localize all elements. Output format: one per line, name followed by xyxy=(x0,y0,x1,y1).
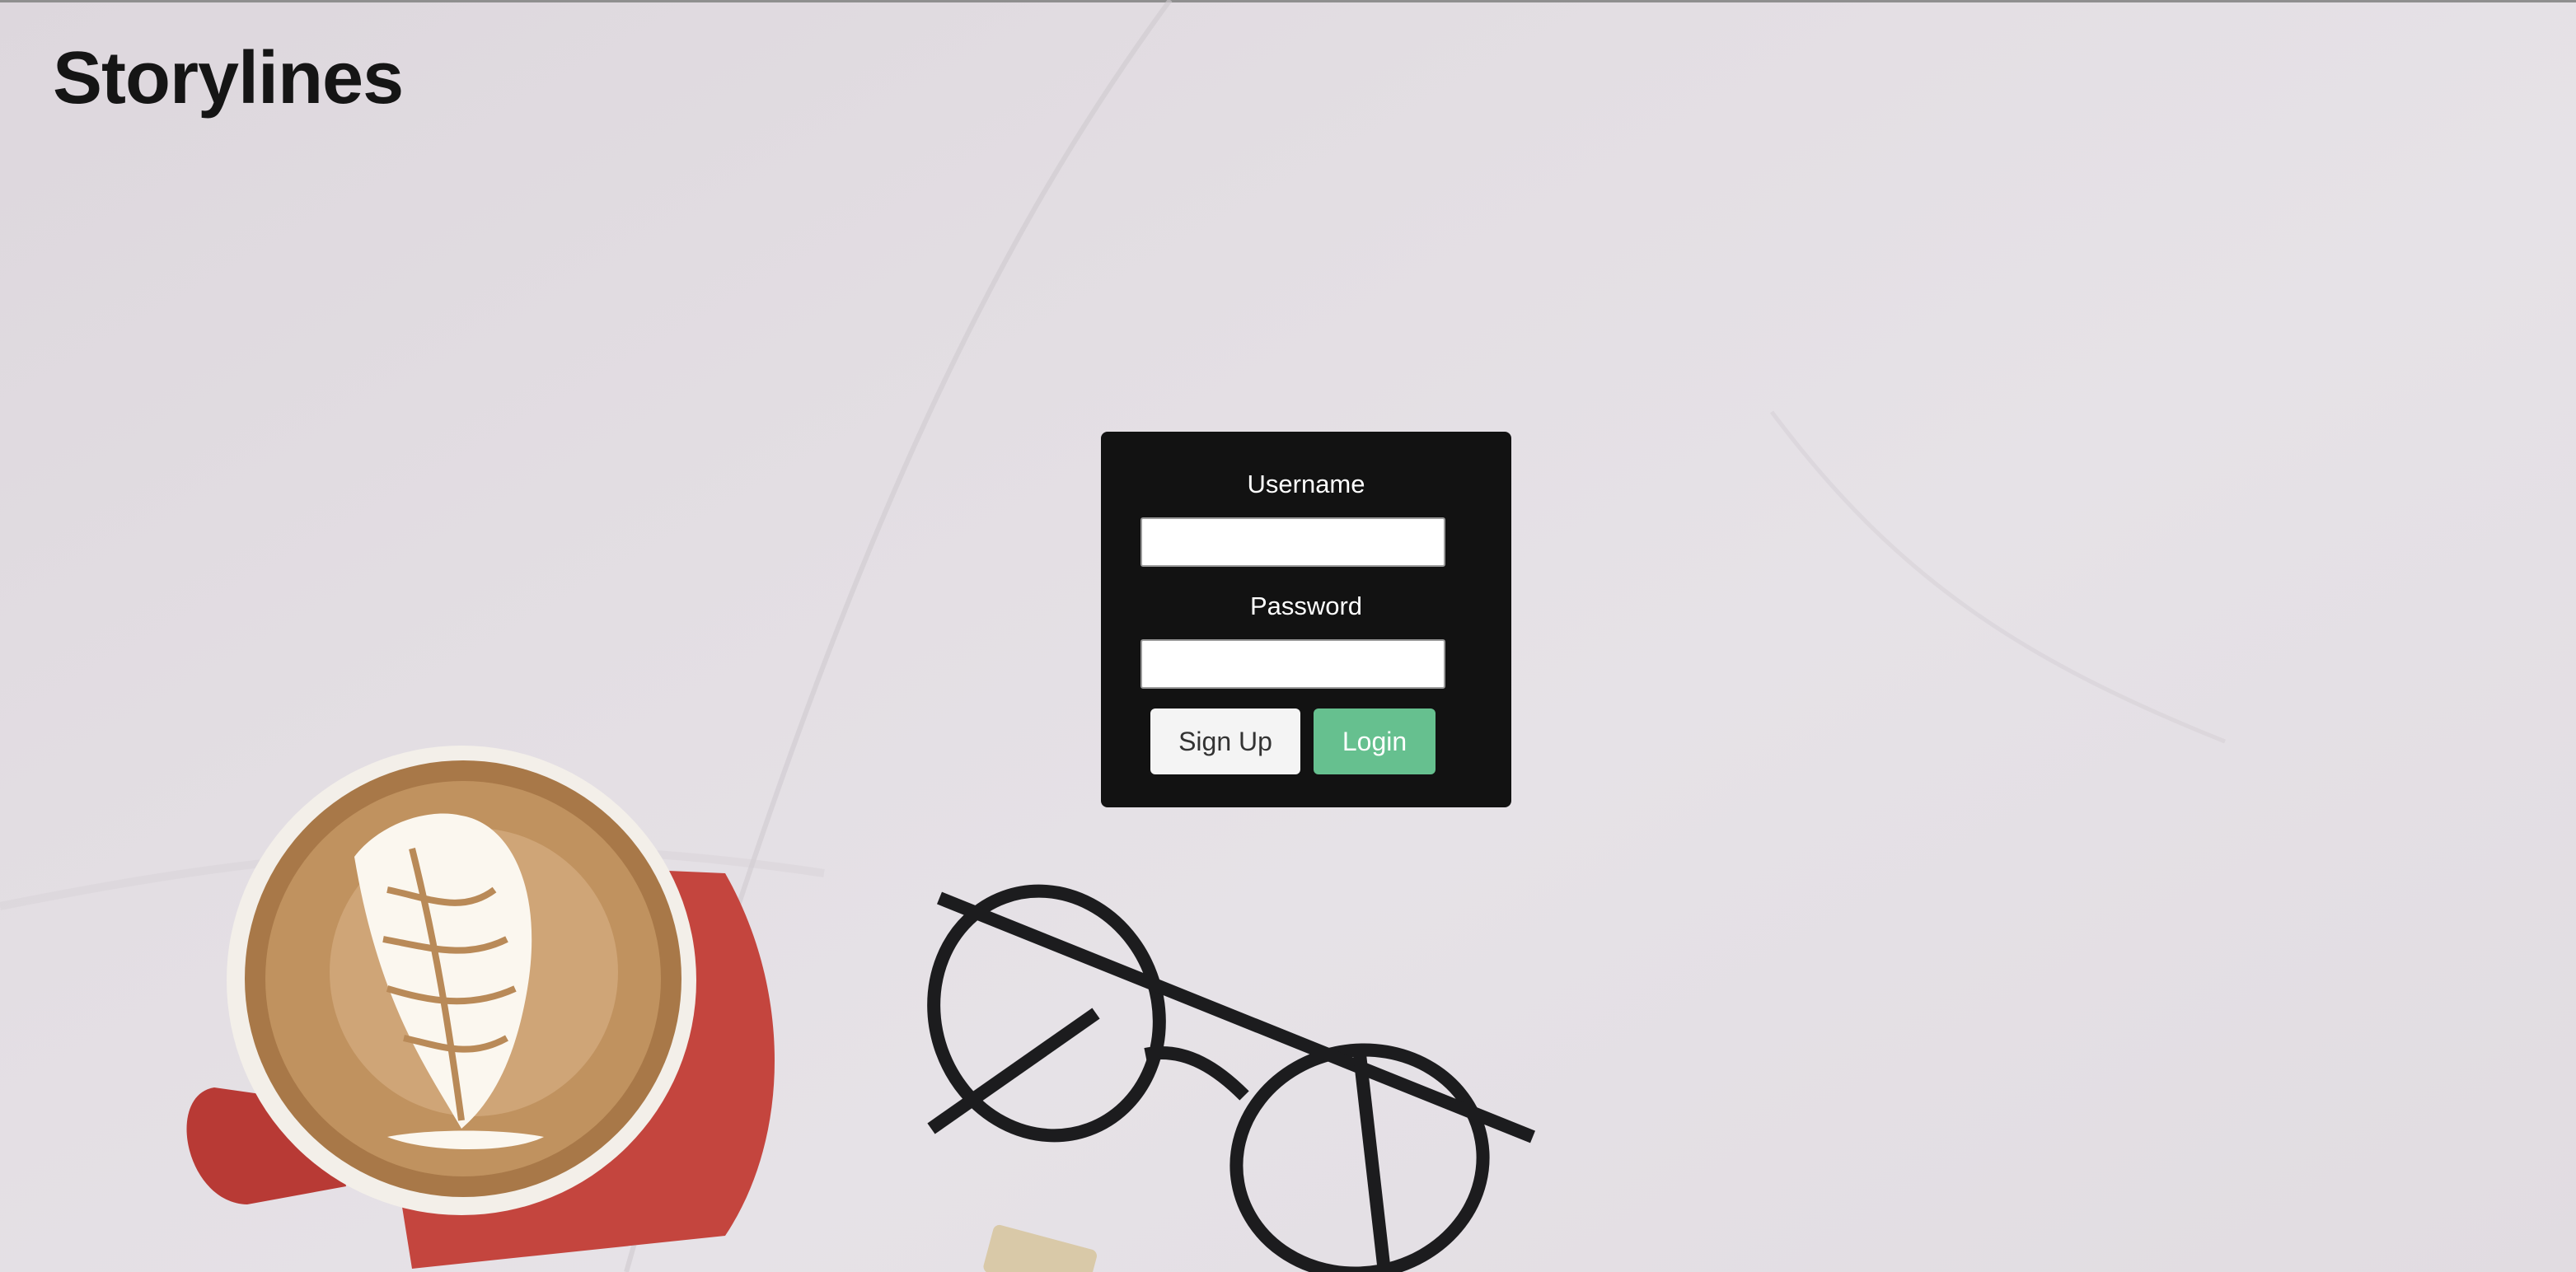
fabric-fold xyxy=(1770,410,2226,744)
login-button[interactable]: Login xyxy=(1314,708,1436,774)
password-label: Password xyxy=(1249,592,1363,620)
password-input[interactable] xyxy=(1140,639,1445,689)
small-object xyxy=(983,1224,1097,1272)
eyeglasses-icon xyxy=(927,884,1535,1272)
sign-up-button[interactable]: Sign Up xyxy=(1150,708,1300,774)
username-input[interactable] xyxy=(1140,517,1445,567)
glasses-temple-top xyxy=(937,891,1535,1143)
coffee-cup xyxy=(186,746,775,1269)
glasses-temple-lower xyxy=(1353,1054,1391,1272)
glasses-bridge xyxy=(1144,1046,1249,1101)
login-form: Username Password Sign Up Login xyxy=(1101,432,1511,807)
username-label: Username xyxy=(1247,470,1365,498)
app-title: Storylines xyxy=(53,37,404,119)
